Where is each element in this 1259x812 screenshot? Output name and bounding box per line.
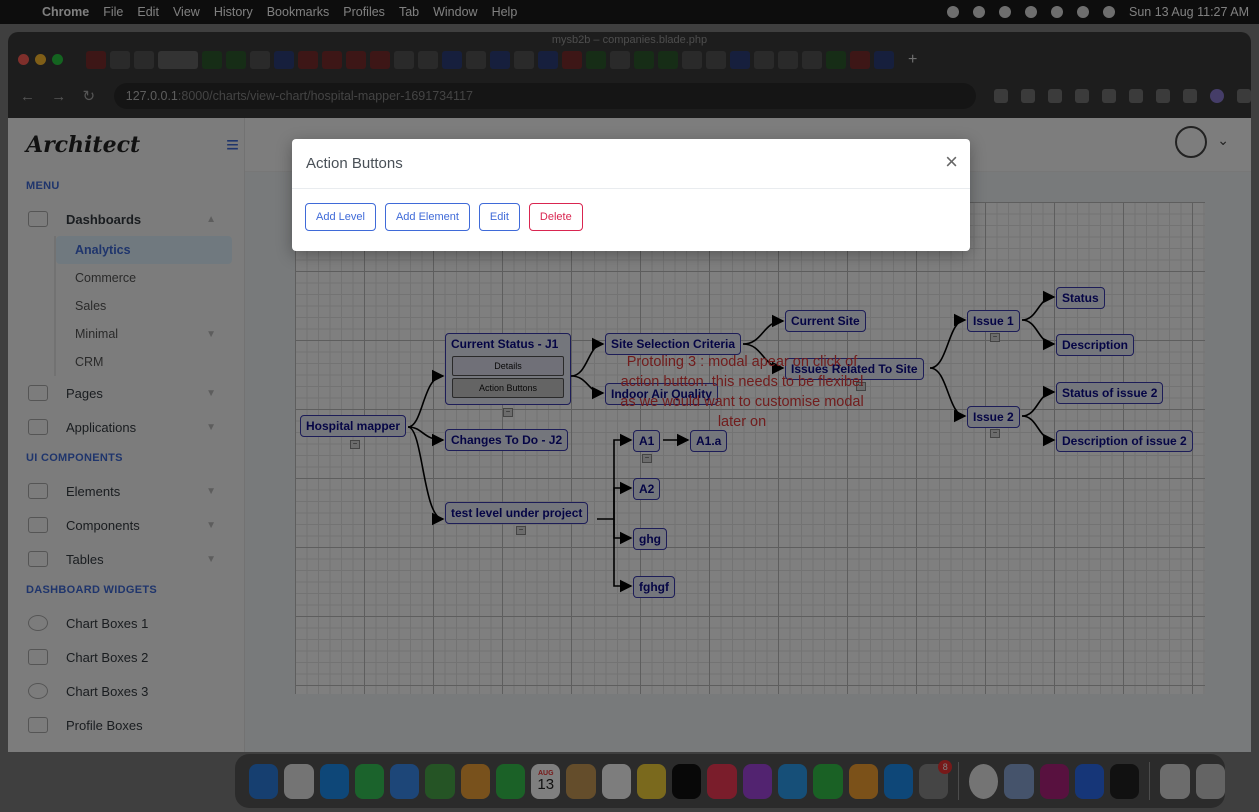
modal-body: Add Level Add Element Edit Delete [292, 189, 970, 245]
add-level-button[interactable]: Add Level [305, 203, 376, 231]
action-buttons-modal: Action Buttons × Add Level Add Element E… [292, 139, 970, 251]
modal-header: Action Buttons × [292, 139, 970, 189]
add-element-button[interactable]: Add Element [384, 203, 470, 231]
modal-title: Action Buttons [306, 155, 403, 172]
delete-button[interactable]: Delete [528, 203, 583, 231]
edit-button[interactable]: Edit [478, 203, 520, 231]
close-icon[interactable]: × [945, 151, 958, 173]
modal-backdrop[interactable] [0, 0, 1259, 812]
